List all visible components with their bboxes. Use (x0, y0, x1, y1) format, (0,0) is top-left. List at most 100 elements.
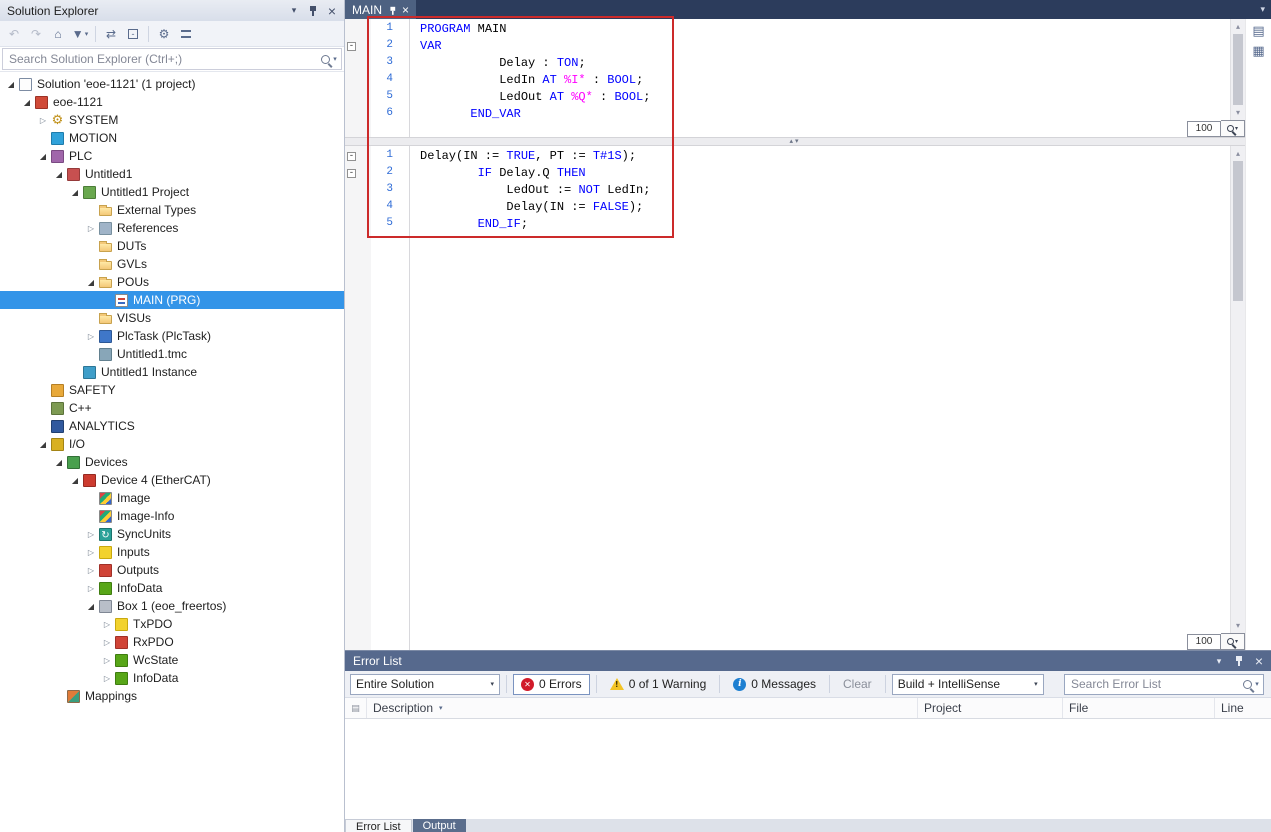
error-list-titlebar[interactable]: Error List ▾ × (345, 651, 1271, 671)
scope-dropdown[interactable]: Entire Solution ▾ (350, 674, 500, 695)
properties-icon[interactable]: ⚙ (154, 24, 174, 44)
zoom-level[interactable]: 100 (1187, 634, 1221, 650)
code-line[interactable]: LedOut := NOT LedIn; (420, 183, 1229, 200)
expand-arrow-icon[interactable]: ▷ (100, 638, 114, 647)
code-line[interactable]: LedOut AT %Q* : BOOL; (420, 90, 1229, 107)
tree-item[interactable]: ◢Untitled1 (0, 165, 344, 183)
tree-item[interactable]: ◢Devices (0, 453, 344, 471)
collapse-arrow-icon[interactable]: ◢ (68, 188, 82, 197)
tree-item[interactable]: ▷RxPDO (0, 633, 344, 651)
tree-item[interactable]: Image-Info (0, 507, 344, 525)
textual-view-icon[interactable]: ▤ (1250, 23, 1268, 39)
code-line[interactable]: END_IF; (420, 217, 1229, 234)
tree-item[interactable]: ▷Inputs (0, 543, 344, 561)
collapse-arrow-icon[interactable]: ◢ (20, 98, 34, 107)
expand-arrow-icon[interactable]: ▷ (84, 566, 98, 575)
tab-main[interactable]: MAIN × (345, 0, 416, 19)
line-column-header[interactable]: Line (1215, 698, 1271, 718)
messages-filter-button[interactable]: i 0 Messages (726, 674, 823, 695)
tabular-view-icon[interactable]: ▦ (1250, 43, 1268, 59)
search-error-list-input[interactable] (1065, 677, 1239, 691)
filter-caret-icon[interactable]: ▾ (439, 704, 443, 712)
scroll-up-icon[interactable]: ▴ (1231, 19, 1245, 34)
tree-item[interactable]: VISUs (0, 309, 344, 327)
file-column-header[interactable]: File (1063, 698, 1215, 718)
collapse-arrow-icon[interactable]: ◢ (68, 476, 82, 485)
tree-item[interactable]: ▷WcState (0, 651, 344, 669)
vertical-scrollbar[interactable]: ▴ ▾ (1230, 146, 1245, 633)
solution-explorer-titlebar[interactable]: Solution Explorer ▾ × (0, 0, 344, 21)
collapse-arrow-icon[interactable]: ◢ (84, 278, 98, 287)
tree-item[interactable]: ▷InfoData (0, 579, 344, 597)
code-line[interactable]: Delay(IN := TRUE, PT := T#1S); (420, 149, 1229, 166)
project-column-header[interactable]: Project (918, 698, 1063, 718)
tab-close-icon[interactable]: × (402, 3, 409, 17)
scroll-down-icon[interactable]: ▾ (1231, 618, 1245, 633)
tree-item[interactable]: External Types (0, 201, 344, 219)
declaration-code[interactable]: PROGRAM MAINVAR Delay : TON; LedIn AT %I… (420, 22, 1229, 124)
collapse-arrow-icon[interactable]: ◢ (52, 170, 66, 179)
tree-item[interactable]: ◢POUs (0, 273, 344, 291)
expand-arrow-icon[interactable]: ▷ (100, 620, 114, 629)
collapse-arrow-icon[interactable]: ◢ (84, 602, 98, 611)
tree-item[interactable]: ◢Untitled1 Project (0, 183, 344, 201)
declaration-pane[interactable]: - 123456 PROGRAM MAINVAR Delay : TON; Le… (345, 19, 1245, 137)
tree-item[interactable]: ▷SyncUnits (0, 525, 344, 543)
build-filter-dropdown[interactable]: Build + IntelliSense ▾ (892, 674, 1044, 695)
vertical-scrollbar[interactable]: ▴ ▾ (1230, 19, 1245, 120)
tree-item[interactable]: GVLs (0, 255, 344, 273)
pin-icon[interactable] (1231, 653, 1247, 669)
fold-toggle-icon[interactable]: - (347, 152, 356, 161)
collapse-arrow-icon[interactable]: ◢ (4, 80, 18, 89)
home-icon[interactable]: ⌂ (48, 24, 68, 44)
preview-selected-icon[interactable] (176, 24, 196, 44)
code-line[interactable]: LedIn AT %I* : BOOL; (420, 73, 1229, 90)
tree-item[interactable]: DUTs (0, 237, 344, 255)
tree-item[interactable]: ◢PLC (0, 147, 344, 165)
tree-item[interactable]: ◢Box 1 (eoe_freertos) (0, 597, 344, 615)
filter-icon[interactable]: ▼▾ (70, 24, 90, 44)
window-position-icon[interactable]: ▾ (286, 3, 302, 19)
fold-toggle-icon[interactable]: - (347, 42, 356, 51)
close-icon[interactable]: × (324, 3, 340, 19)
implementation-code[interactable]: Delay(IN := TRUE, PT := T#1S); IF Delay.… (420, 149, 1229, 234)
collapse-arrow-icon[interactable]: ◢ (36, 152, 50, 161)
tree-item[interactable]: ▷TxPDO (0, 615, 344, 633)
description-column-header[interactable]: Description ▾ (367, 698, 918, 718)
window-position-icon[interactable]: ▾ (1211, 653, 1227, 669)
back-icon[interactable]: ↶ (4, 24, 24, 44)
tree-item[interactable]: Mappings (0, 687, 344, 705)
tree-item[interactable]: ▷SYSTEM (0, 111, 344, 129)
scrollbar-thumb[interactable] (1233, 34, 1243, 105)
splitter-grip-icon[interactable]: ▴▾ (789, 137, 800, 145)
code-line[interactable]: VAR (420, 39, 1229, 56)
severity-column-header[interactable]: ▤ (345, 698, 367, 718)
tab-output[interactable]: Output (413, 819, 466, 832)
expand-arrow-icon[interactable]: ▷ (84, 332, 98, 341)
errors-filter-button[interactable]: ✕ 0 Errors (513, 674, 590, 695)
tab-error-list[interactable]: Error List (345, 819, 412, 832)
clear-button[interactable]: Clear (836, 674, 879, 695)
code-line[interactable]: END_VAR (420, 107, 1229, 124)
scrollbar-thumb[interactable] (1233, 161, 1243, 301)
collapse-arrow-icon[interactable]: ◢ (52, 458, 66, 467)
scroll-up-icon[interactable]: ▴ (1231, 146, 1245, 161)
tab-pin-icon[interactable] (389, 6, 395, 14)
expand-arrow-icon[interactable]: ▷ (84, 530, 98, 539)
zoom-magnifier-icon[interactable]: ▾ (1221, 120, 1245, 137)
tree-item[interactable]: ◢Device 4 (EtherCAT) (0, 471, 344, 489)
expand-arrow-icon[interactable]: ▷ (100, 674, 114, 683)
expand-arrow-icon[interactable]: ▷ (36, 116, 50, 125)
scroll-down-icon[interactable]: ▾ (1231, 105, 1245, 120)
warnings-filter-button[interactable]: 0 of 1 Warning (603, 674, 714, 695)
tree-item[interactable]: ▷References (0, 219, 344, 237)
zoom-level[interactable]: 100 (1187, 121, 1221, 137)
code-line[interactable]: Delay : TON; (420, 56, 1229, 73)
zoom-magnifier-icon[interactable]: ▾ (1221, 633, 1245, 650)
tree-item[interactable]: ANALYTICS (0, 417, 344, 435)
search-solution-input[interactable] (3, 52, 317, 66)
sync-active-document-icon[interactable]: ⇄ (101, 24, 121, 44)
tree-item[interactable]: MOTION (0, 129, 344, 147)
tree-item[interactable]: ▷PlcTask (PlcTask) (0, 327, 344, 345)
expand-arrow-icon[interactable]: ▷ (100, 656, 114, 665)
